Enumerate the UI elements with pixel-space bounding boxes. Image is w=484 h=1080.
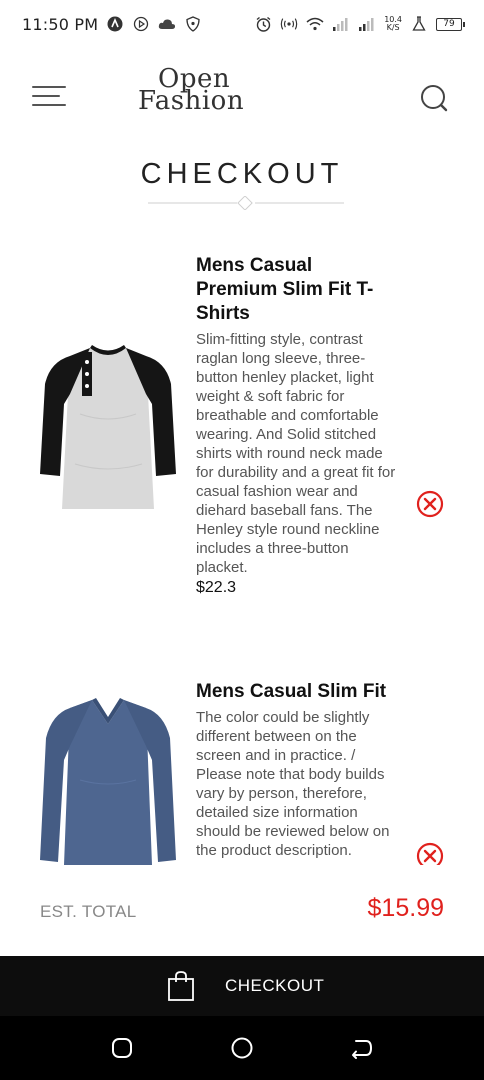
product-price: $22.3 — [196, 579, 237, 596]
product-info: Mens Casual Slim Fit The color could be … — [196, 680, 396, 860]
back-button[interactable] — [350, 1036, 374, 1060]
search-icon[interactable] — [418, 82, 452, 116]
product-info: Mens Casual Premium Slim Fit T-Shirts Sl… — [196, 254, 396, 597]
play-notification-icon — [132, 15, 150, 33]
shield-icon — [184, 15, 202, 33]
product-name[interactable]: Mens Casual Premium Slim Fit T-Shirts — [196, 254, 396, 326]
product-description: Slim-fitting style, contrast raglan long… — [196, 331, 396, 576]
checkout-button[interactable]: CHECKOUT — [0, 956, 484, 1016]
app-logo[interactable]: Open Fashion — [138, 66, 258, 124]
blue-long-sleeve-shirt-icon — [40, 698, 176, 865]
signal-icon-sim1 — [332, 15, 350, 33]
home-button[interactable] — [230, 1036, 254, 1060]
app-notification-icon — [106, 15, 124, 33]
title-divider — [148, 196, 344, 210]
raglan-henley-shirt-icon — [40, 345, 176, 509]
home-icon — [231, 1037, 253, 1059]
status-left: 11:50 PM — [22, 15, 202, 34]
recent-apps-icon — [112, 1038, 132, 1058]
product-description: The color could be slightly different be… — [196, 709, 390, 859]
cloud-icon — [158, 15, 176, 33]
cart-item: Mens Casual Slim Fit The color could be … — [0, 680, 484, 865]
close-circle-icon — [416, 490, 444, 518]
network-speed: 10.4 K/S — [384, 16, 402, 32]
remove-item-button[interactable] — [416, 842, 444, 865]
product-image[interactable] — [40, 690, 176, 865]
battery-icon: 79 — [436, 17, 465, 31]
logo-line2: Fashion — [138, 86, 245, 116]
cart-list[interactable]: Mens Casual Premium Slim Fit T-Shirts Sl… — [0, 240, 484, 865]
remove-item-button[interactable] — [416, 490, 444, 518]
network-speed-unit: K/S — [386, 23, 400, 32]
total-value: $15.99 — [367, 894, 444, 922]
page-title: CHECKOUT — [140, 158, 344, 190]
cart-item: Mens Casual Premium Slim Fit T-Shirts Sl… — [0, 254, 484, 634]
status-right: 10.4 K/S 79 — [254, 15, 465, 33]
hotspot-icon — [280, 15, 298, 33]
system-nav-bar — [0, 1016, 484, 1080]
checkout-label: CHECKOUT — [225, 976, 325, 995]
app-header: Open Fashion — [0, 62, 484, 132]
recent-apps-button[interactable] — [110, 1036, 134, 1060]
product-image[interactable] — [40, 334, 176, 514]
menu-icon[interactable] — [32, 82, 66, 110]
shopping-bag-icon — [168, 971, 194, 1001]
alarm-icon — [254, 15, 272, 33]
status-time: 11:50 PM — [22, 14, 99, 34]
back-icon — [352, 1040, 373, 1059]
wifi-icon — [306, 15, 324, 33]
signal-icon-sim2 — [358, 15, 376, 33]
battery-level: 79 — [443, 19, 455, 29]
total-row: EST. TOTAL $15.99 — [0, 890, 484, 934]
close-circle-icon — [416, 842, 444, 865]
product-name[interactable]: Mens Casual Slim Fit — [196, 680, 396, 704]
status-bar: 11:50 PM 10.4 K/S 79 — [0, 0, 484, 48]
total-label: EST. TOTAL — [40, 902, 137, 921]
flask-icon — [410, 15, 428, 33]
